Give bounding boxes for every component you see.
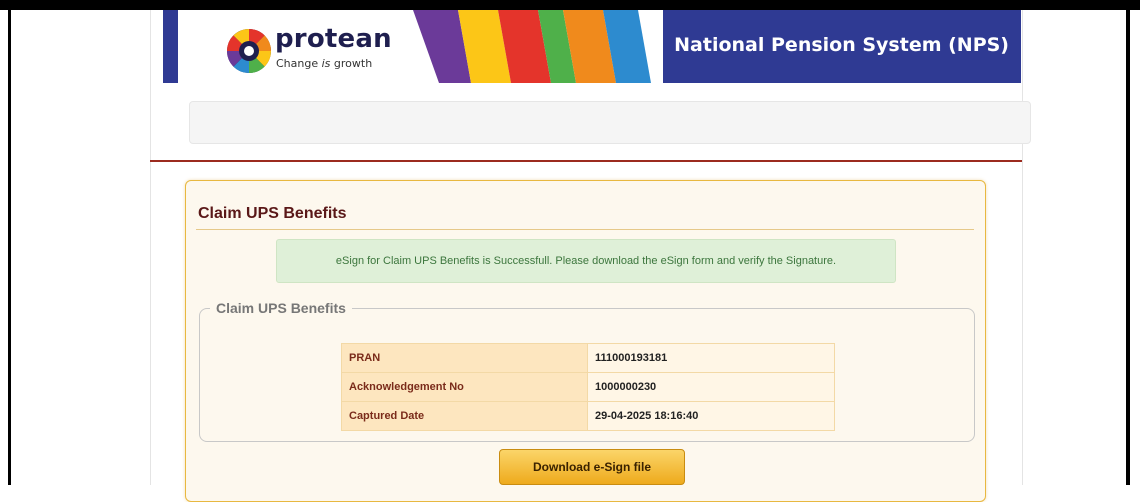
acknowledgement-label: Acknowledgement No xyxy=(341,372,588,402)
table-row: Acknowledgement No 1000000230 xyxy=(341,372,835,402)
title-underline xyxy=(196,229,974,230)
page-edge-right xyxy=(1022,10,1023,485)
header-title-band: National Pension System (NPS) xyxy=(663,10,1021,83)
header-title: National Pension System (NPS) xyxy=(674,34,1009,56)
success-alert: eSign for Claim UPS Benefits is Successf… xyxy=(276,239,896,283)
protean-logo-icon xyxy=(226,28,272,74)
pran-value: 111000193181 xyxy=(587,343,835,373)
logo-tagline: Change is growth xyxy=(276,57,373,70)
window-frame-right xyxy=(1126,0,1130,485)
pran-label: PRAN xyxy=(341,343,588,373)
claim-details-table: PRAN 111000193181 Acknowledgement No 100… xyxy=(341,343,835,431)
claim-details-fieldset: Claim UPS Benefits PRAN 111000193181 Ack… xyxy=(199,300,975,442)
header-left-bar xyxy=(163,10,178,83)
captured-date-value: 29-04-2025 18:16:40 xyxy=(587,401,835,431)
window-frame-left xyxy=(8,0,11,485)
page-title: Claim UPS Benefits xyxy=(198,205,347,222)
table-row: Captured Date 29-04-2025 18:16:40 xyxy=(341,401,835,431)
page-edge-left xyxy=(150,10,151,485)
header-divider xyxy=(150,160,1022,162)
header-color-stripes xyxy=(413,10,651,83)
window-frame-top xyxy=(0,0,1140,10)
download-esign-button[interactable]: Download e-Sign file xyxy=(499,449,685,485)
claim-ups-panel: Claim UPS Benefits eSign for Claim UPS B… xyxy=(185,180,986,502)
navigation-bar xyxy=(189,101,1031,144)
site-header: protean Change is growth National Pensio… xyxy=(163,10,1021,83)
protean-logo[interactable]: protean Change is growth xyxy=(178,10,428,83)
fieldset-legend: Claim UPS Benefits xyxy=(210,300,352,316)
acknowledgement-value: 1000000230 xyxy=(587,372,835,402)
logo-wordmark: protean xyxy=(275,24,392,54)
captured-date-label: Captured Date xyxy=(341,401,588,431)
table-row: PRAN 111000193181 xyxy=(341,343,835,373)
